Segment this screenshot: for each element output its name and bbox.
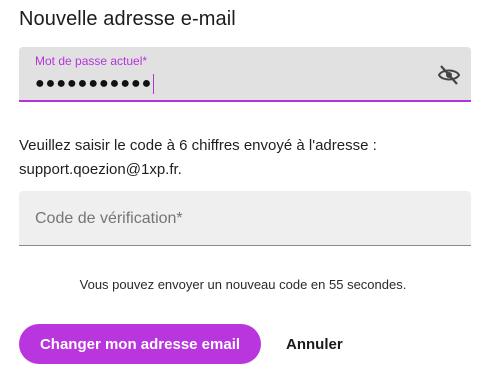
instructions-text: Veuillez saisir le code à 6 chiffres env… <box>19 134 377 182</box>
change-email-button[interactable]: Changer mon adresse email <box>19 324 261 364</box>
dialog-title: Nouvelle adresse e-mail <box>19 8 236 30</box>
eye-off-icon[interactable] <box>437 64 461 86</box>
current-password-value: ●●●●●●●●●●● <box>35 75 153 93</box>
target-email: support.qoezion@1xp.fr. <box>19 161 182 178</box>
instructions-line: Veuillez saisir le code à 6 chiffres env… <box>19 137 377 154</box>
verification-code-field[interactable]: Code de vérification* <box>19 191 471 246</box>
current-password-field[interactable]: Mot de passe actuel* ●●●●●●●●●●● <box>19 47 471 102</box>
current-password-input[interactable]: ●●●●●●●●●●● <box>35 74 155 94</box>
current-password-label: Mot de passe actuel* <box>35 54 148 68</box>
cancel-button[interactable]: Annuler <box>272 324 357 364</box>
text-caret <box>153 74 155 94</box>
verification-code-placeholder: Code de vérification* <box>35 210 183 227</box>
resend-countdown-text: Vous pouvez envoyer un nouveau code en 5… <box>79 277 407 292</box>
